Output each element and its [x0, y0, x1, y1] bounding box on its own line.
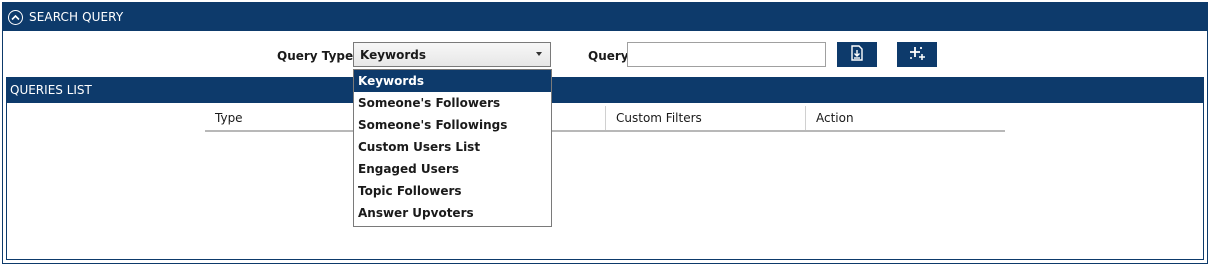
dropdown-option-engaged-users[interactable]: Engaged Users [354, 158, 551, 180]
dropdown-option-custom-users-list[interactable]: Custom Users List [354, 136, 551, 158]
column-header-type[interactable]: Type [205, 106, 355, 130]
import-button[interactable] [837, 42, 877, 67]
dropdown-option-someones-followings[interactable]: Someone's Followings [354, 114, 551, 136]
chevron-up-circle-icon[interactable] [8, 9, 23, 25]
column-header-action[interactable]: Action [805, 106, 1005, 130]
query-type-select[interactable]: Keywords [353, 42, 551, 67]
dropdown-option-keywords[interactable]: Keywords [354, 70, 551, 92]
query-type-dropdown-list: Keywords Someone's Followers Someone's F… [353, 69, 552, 227]
column-header-custom-filters[interactable]: Custom Filters [605, 106, 805, 130]
dropdown-option-answer-upvoters[interactable]: Answer Upvoters [354, 202, 551, 224]
query-type-value: Keywords [360, 47, 427, 62]
search-query-header[interactable]: SEARCH QUERY [3, 3, 1207, 31]
import-file-icon [850, 45, 864, 64]
queries-list-panel: Type Custom Filters Action [6, 103, 1204, 260]
dropdown-option-topic-followers[interactable]: Topic Followers [354, 180, 551, 202]
add-query-button[interactable] [897, 42, 937, 67]
chevron-down-icon [536, 52, 542, 56]
query-type-label: Query Type [277, 49, 354, 63]
search-query-title: SEARCH QUERY [29, 10, 124, 24]
query-input[interactable] [627, 42, 826, 67]
queries-list-title: QUERIES LIST [10, 83, 92, 97]
add-sparkle-icon [908, 45, 926, 64]
queries-list-header: QUERIES LIST [6, 77, 1204, 103]
dropdown-option-someones-followers[interactable]: Someone's Followers [354, 92, 551, 114]
query-label: Query [588, 49, 629, 63]
queries-table-header: Type Custom Filters Action [205, 106, 1005, 132]
